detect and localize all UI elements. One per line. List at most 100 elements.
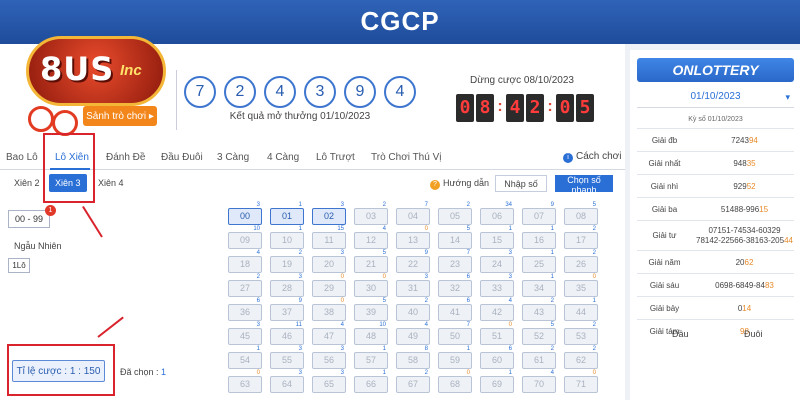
number-cell[interactable]: 28 3 bbox=[270, 274, 304, 297]
sidebar-date-select[interactable]: 01/10/2023 ▾ bbox=[637, 86, 794, 108]
number-cell[interactable]: 42 4 bbox=[480, 298, 514, 321]
number-cell[interactable]: 01 1 bbox=[270, 202, 304, 225]
tab-4[interactable]: 3 Càng bbox=[217, 152, 249, 163]
number-cell[interactable]: 67 2 bbox=[396, 370, 430, 393]
number-cell[interactable]: 17 2 bbox=[564, 226, 598, 249]
number-cell[interactable]: 13 0 bbox=[396, 226, 430, 249]
number-cell[interactable]: 05 2 bbox=[438, 202, 472, 225]
number-cell[interactable]: 65 3 bbox=[312, 370, 346, 393]
number-cell[interactable]: 06 34 bbox=[480, 202, 514, 225]
number-cell[interactable]: 59 1 bbox=[438, 346, 472, 369]
number-cell[interactable]: 60 6 bbox=[480, 346, 514, 369]
number-cell[interactable]: 34 1 bbox=[522, 274, 556, 297]
number-cell[interactable]: 43 2 bbox=[522, 298, 556, 321]
number-cell[interactable]: 31 3 bbox=[396, 274, 430, 297]
number-cell[interactable]: 22 9 bbox=[396, 250, 430, 273]
number-cell[interactable]: 66 1 bbox=[354, 370, 388, 393]
number-cell[interactable]: 02 3 bbox=[312, 202, 346, 225]
prize-row: Giải bảy 014 bbox=[637, 296, 794, 319]
number-cell[interactable]: 11 15 bbox=[312, 226, 346, 249]
number-cell[interactable]: 58 8 bbox=[396, 346, 430, 369]
number-value: 67 bbox=[407, 379, 418, 389]
number-cell[interactable]: 19 2 bbox=[270, 250, 304, 273]
number-cell[interactable]: 63 0 bbox=[228, 370, 262, 393]
number-cell[interactable]: 04 7 bbox=[396, 202, 430, 225]
number-cell[interactable]: 50 7 bbox=[438, 322, 472, 345]
number-cell[interactable]: 47 4 bbox=[312, 322, 346, 345]
one-lo-button[interactable]: 1Lô bbox=[8, 258, 30, 273]
number-cell[interactable]: 23 7 bbox=[438, 250, 472, 273]
number-cell[interactable]: 44 1 bbox=[564, 298, 598, 321]
number-cell[interactable]: 53 2 bbox=[564, 322, 598, 345]
number-cell[interactable]: 21 5 bbox=[354, 250, 388, 273]
number-cell[interactable]: 12 4 bbox=[354, 226, 388, 249]
number-cell[interactable]: 37 9 bbox=[270, 298, 304, 321]
number-cell[interactable]: 35 0 bbox=[564, 274, 598, 297]
number-cell[interactable]: 26 2 bbox=[564, 250, 598, 273]
number-cell[interactable]: 68 0 bbox=[438, 370, 472, 393]
number-cell[interactable]: 41 6 bbox=[438, 298, 472, 321]
number-cell[interactable]: 51 0 bbox=[480, 322, 514, 345]
number-cell[interactable]: 69 1 bbox=[480, 370, 514, 393]
number-cell[interactable]: 18 4 bbox=[228, 250, 262, 273]
number-cell[interactable]: 46 11 bbox=[270, 322, 304, 345]
subtab-2[interactable]: Xiên 4 bbox=[92, 174, 130, 192]
number-cell[interactable]: 24 3 bbox=[480, 250, 514, 273]
number-cell[interactable]: 29 0 bbox=[312, 274, 346, 297]
number-cell[interactable]: 10 1 bbox=[270, 226, 304, 249]
number-cell[interactable]: 16 1 bbox=[522, 226, 556, 249]
number-cell[interactable]: 08 5 bbox=[564, 202, 598, 225]
tab-3[interactable]: Đầu Đuôi bbox=[161, 152, 203, 163]
random-label: Ngẫu Nhiên bbox=[14, 241, 62, 251]
number-count: 5 bbox=[592, 202, 596, 208]
number-cell[interactable]: 32 6 bbox=[438, 274, 472, 297]
number-cell[interactable]: 38 0 bbox=[312, 298, 346, 321]
number-cell[interactable]: 70 4 bbox=[522, 370, 556, 393]
number-cell[interactable]: 48 10 bbox=[354, 322, 388, 345]
number-cell[interactable]: 71 0 bbox=[564, 370, 598, 393]
how-to-play-link[interactable]: i Cách chơi bbox=[563, 151, 621, 163]
number-cell[interactable]: 20 3 bbox=[312, 250, 346, 273]
number-cell[interactable]: 55 3 bbox=[270, 346, 304, 369]
range-button[interactable]: 00 - 99 bbox=[8, 210, 50, 228]
number-cell[interactable]: 36 6 bbox=[228, 298, 262, 321]
quick-pick-button[interactable]: Chọn số nhanh bbox=[555, 175, 613, 195]
tab-6[interactable]: Lô Trượt bbox=[316, 152, 355, 163]
tab-7[interactable]: Trò Chơi Thú Vị bbox=[371, 152, 441, 163]
number-cell[interactable]: 52 5 bbox=[522, 322, 556, 345]
number-cell[interactable]: 39 5 bbox=[354, 298, 388, 321]
game-lobby-button[interactable]: Sảnh trò chơi ▸ bbox=[83, 106, 157, 126]
countdown-digit: 0 bbox=[456, 94, 474, 122]
number-cell[interactable]: 56 3 bbox=[312, 346, 346, 369]
number-cell[interactable]: 15 1 bbox=[480, 226, 514, 249]
number-count: 1 bbox=[550, 250, 554, 256]
tab-0[interactable]: Bao Lô bbox=[6, 152, 38, 163]
number-cell[interactable]: 62 2 bbox=[564, 346, 598, 369]
number-cell[interactable]: 33 3 bbox=[480, 274, 514, 297]
tab-2[interactable]: Đánh Đề bbox=[106, 152, 145, 163]
number-cell[interactable]: 45 3 bbox=[228, 322, 262, 345]
prize-line: 014 bbox=[695, 304, 794, 314]
number-cell[interactable]: 30 0 bbox=[354, 274, 388, 297]
enter-number-button[interactable]: Nhập số bbox=[495, 175, 547, 192]
tab-5[interactable]: 4 Càng bbox=[267, 152, 299, 163]
subtab-0[interactable]: Xiên 2 bbox=[8, 174, 46, 192]
number-cell[interactable]: 64 3 bbox=[270, 370, 304, 393]
number-count: 3 bbox=[256, 322, 260, 328]
number-value: 31 bbox=[407, 283, 418, 293]
number-value: 40 bbox=[407, 307, 418, 317]
number-cell[interactable]: 40 2 bbox=[396, 298, 430, 321]
number-cell[interactable]: 27 2 bbox=[228, 274, 262, 297]
number-cell[interactable]: 57 1 bbox=[354, 346, 388, 369]
number-cell[interactable]: 07 9 bbox=[522, 202, 556, 225]
number-cell[interactable]: 00 3 bbox=[228, 202, 262, 225]
number-cell[interactable]: 54 1 bbox=[228, 346, 262, 369]
guide-link[interactable]: ? Hướng dẫn bbox=[430, 178, 489, 190]
number-cell[interactable]: 49 4 bbox=[396, 322, 430, 345]
number-count: 0 bbox=[508, 322, 512, 328]
number-cell[interactable]: 61 2 bbox=[522, 346, 556, 369]
number-cell[interactable]: 25 1 bbox=[522, 250, 556, 273]
number-cell[interactable]: 09 10 bbox=[228, 226, 262, 249]
number-cell[interactable]: 03 2 bbox=[354, 202, 388, 225]
number-cell[interactable]: 14 5 bbox=[438, 226, 472, 249]
